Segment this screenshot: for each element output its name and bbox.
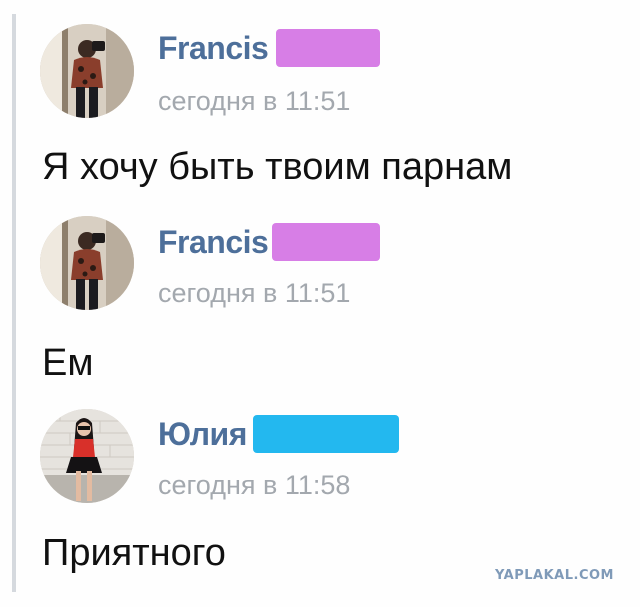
- timestamp[interactable]: сегодня в 11:51: [158, 86, 350, 117]
- timestamp[interactable]: сегодня в 11:51: [158, 278, 350, 309]
- message-text: Я хочу быть твоим парнам: [42, 146, 513, 188]
- author-name[interactable]: Francis: [158, 30, 269, 67]
- author-name[interactable]: Francis: [158, 224, 269, 261]
- surname-redaction: [276, 29, 381, 67]
- author-row: Юлия: [158, 412, 399, 456]
- avatar[interactable]: [40, 24, 134, 118]
- watermark: YAPLAKAL.COM: [495, 568, 614, 583]
- author-row: Francis: [158, 220, 381, 264]
- surname-redaction: [252, 415, 399, 453]
- avatar[interactable]: [40, 216, 134, 310]
- thread-indent-line: [12, 14, 16, 592]
- message-text: Приятного: [42, 532, 226, 574]
- avatar-photo-icon: [40, 409, 134, 503]
- surname-redaction: [272, 223, 381, 261]
- avatar-photo-icon: [40, 24, 134, 118]
- avatar-photo-icon: [40, 216, 134, 310]
- timestamp[interactable]: сегодня в 11:58: [158, 470, 350, 501]
- avatar[interactable]: [40, 409, 134, 503]
- message-text: Ем: [42, 342, 94, 384]
- comment-thread: Francis сегодня в 11:51 Я хочу быть твои…: [0, 0, 640, 607]
- author-name[interactable]: Юлия: [158, 416, 247, 453]
- author-row: Francis: [158, 26, 381, 70]
